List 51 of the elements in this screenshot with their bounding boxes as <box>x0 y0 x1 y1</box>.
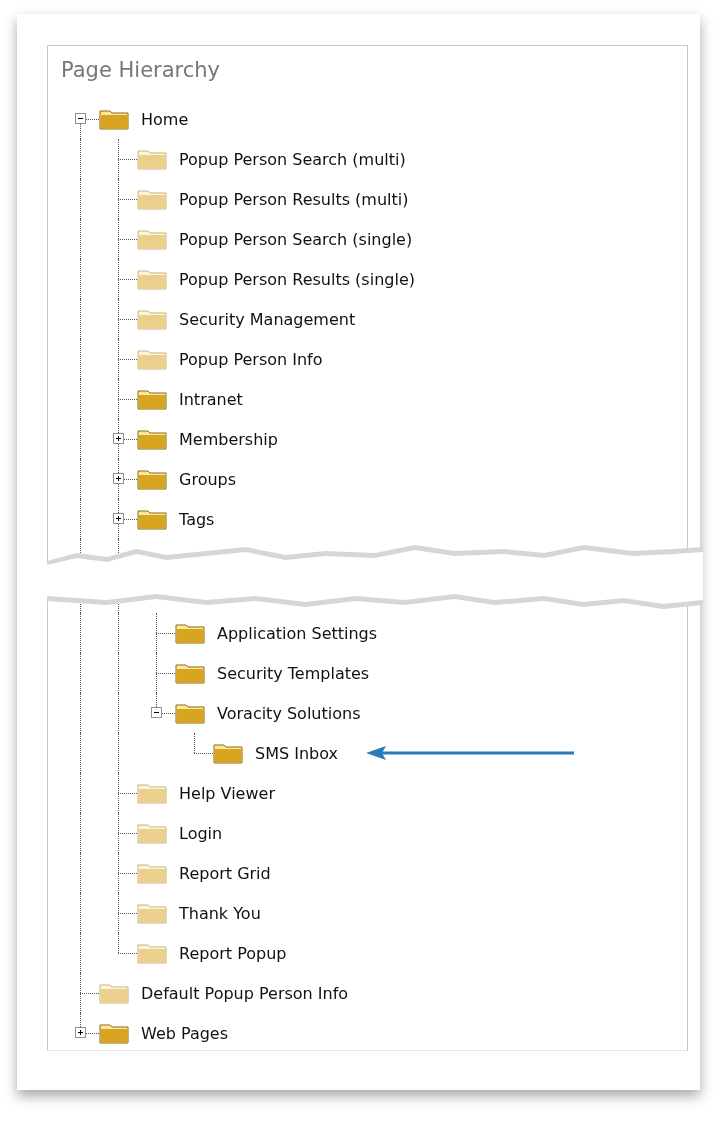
folder-icon <box>213 742 243 764</box>
expander-icon[interactable] <box>75 1027 86 1038</box>
tree-item[interactable]: Help Viewer <box>179 783 275 803</box>
tree-item[interactable]: Application Settings <box>217 623 378 643</box>
expander-icon[interactable] <box>113 433 124 444</box>
expander-icon[interactable] <box>151 707 162 718</box>
tree-item[interactable]: Security Templates <box>217 663 370 683</box>
folder-icon <box>99 1022 129 1044</box>
tree-item[interactable]: Default Popup Person Info <box>141 983 349 1003</box>
expander-icon[interactable] <box>113 513 124 524</box>
folder-icon <box>137 508 167 530</box>
tree-item[interactable]: Login <box>179 823 223 843</box>
tree-item[interactable]: Popup Person Search (multi) <box>179 149 406 169</box>
folder-icon <box>137 268 167 290</box>
folder-icon <box>137 148 167 170</box>
panel-title: Page Hierarchy <box>61 57 222 84</box>
tree-item[interactable]: Popup Person Info <box>179 349 323 369</box>
folder-icon <box>137 822 167 844</box>
folder-icon <box>137 188 167 210</box>
tree-item[interactable]: Tags <box>179 509 215 529</box>
tree-item[interactable]: Report Popup <box>179 943 287 963</box>
tree-item[interactable]: Membership <box>179 429 278 449</box>
tree-item[interactable]: Intranet <box>179 389 243 409</box>
folder-icon <box>137 902 167 924</box>
tree-item[interactable]: Groups <box>179 469 237 489</box>
folder-icon <box>175 622 205 644</box>
tree-item[interactable]: Popup Person Results (single) <box>179 269 415 289</box>
tree-item[interactable]: Report Grid <box>179 863 271 883</box>
folder-icon <box>99 108 129 130</box>
tree-item[interactable]: Home <box>141 109 189 129</box>
folder-icon <box>137 862 167 884</box>
tree-item[interactable]: SMS Inbox <box>255 743 338 763</box>
folder-icon <box>137 388 167 410</box>
folder-icon <box>137 428 167 450</box>
expander-icon[interactable] <box>75 113 86 124</box>
folder-icon <box>137 228 167 250</box>
folder-icon <box>99 982 129 1004</box>
folder-icon <box>137 782 167 804</box>
folder-icon <box>137 308 167 330</box>
folder-icon <box>137 468 167 490</box>
folder-icon <box>137 942 167 964</box>
tree-item[interactable]: Thank You <box>179 903 261 923</box>
tree-item[interactable]: Voracity Solutions <box>217 703 361 723</box>
folder-icon <box>175 702 205 724</box>
tree-item[interactable]: Popup Person Search (single) <box>179 229 413 249</box>
tree-item[interactable]: Security Management <box>179 309 356 329</box>
folder-icon <box>137 348 167 370</box>
expander-icon[interactable] <box>113 473 124 484</box>
tree-item[interactable]: Web Pages <box>141 1023 229 1043</box>
tree-item[interactable]: Popup Person Results (multi) <box>179 189 409 209</box>
folder-icon <box>175 662 205 684</box>
